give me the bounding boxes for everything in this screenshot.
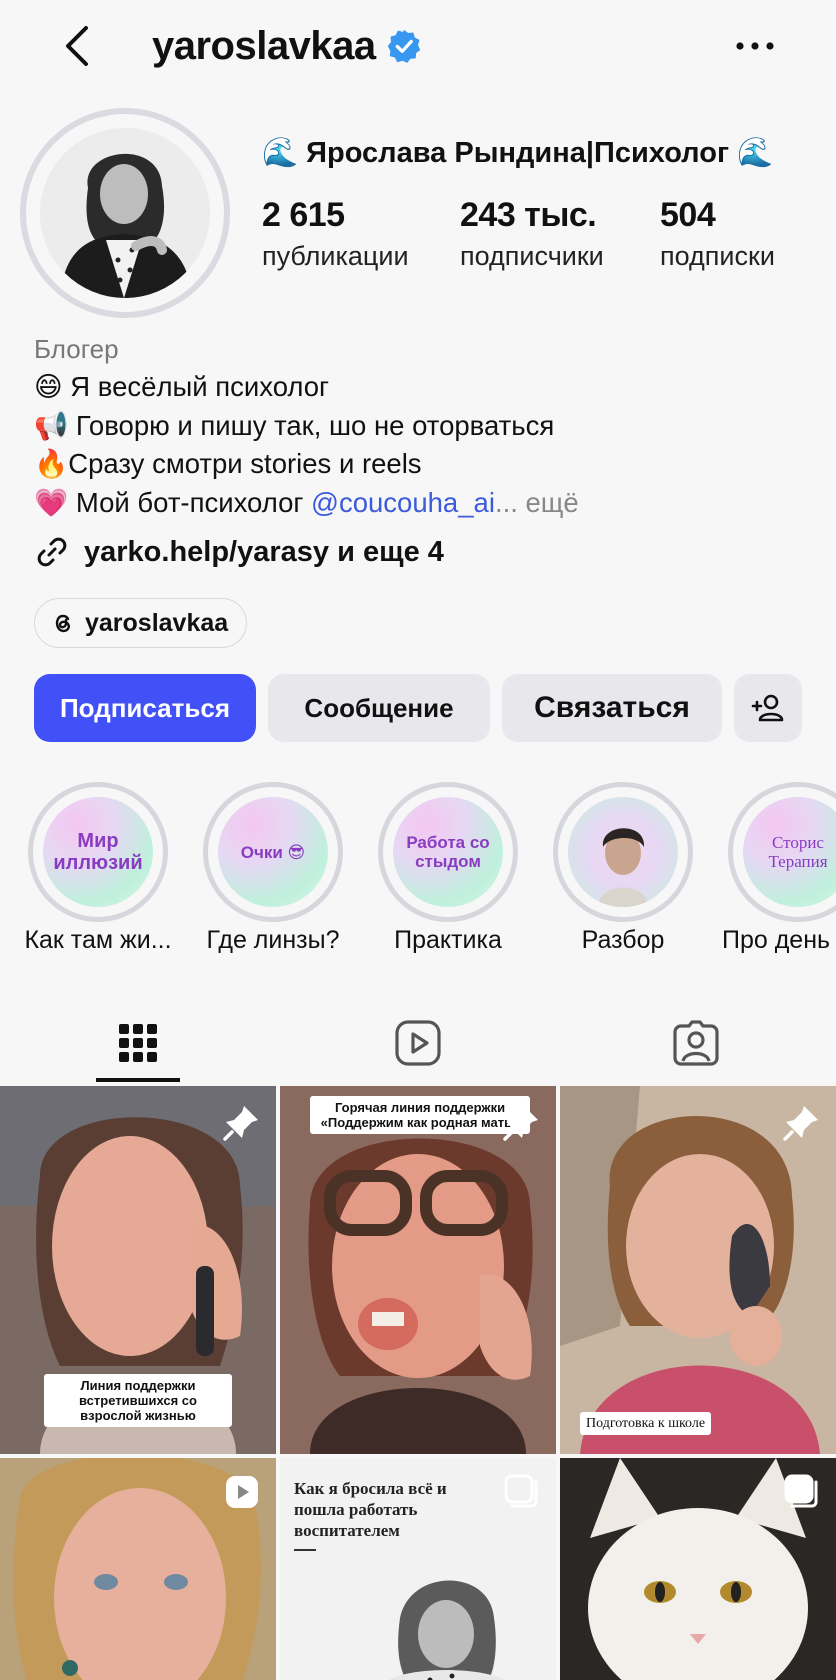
posts-count: 2 615 — [262, 196, 345, 234]
following-count: 504 — [660, 196, 716, 234]
post-caption: Линия поддержки встретившихся со взросло… — [44, 1374, 232, 1427]
bio-line: 🔥Сразу смотри stories и reels — [34, 448, 422, 479]
stat-following[interactable]: 504 подписки — [660, 196, 775, 272]
followers-label: подписчики — [460, 241, 604, 271]
tagged-icon — [673, 1020, 719, 1066]
reels-icon — [395, 1020, 441, 1066]
bio-more-button[interactable]: ... ещё — [495, 487, 579, 518]
posts-label: публикации — [262, 241, 409, 271]
profile-full-name: 🌊 Ярослава Рындина|Психолог 🌊 — [262, 137, 774, 169]
link-icon — [37, 537, 67, 567]
highlight-cover: Сторис Терапия — [743, 797, 836, 907]
post-tile[interactable] — [560, 1458, 836, 1680]
highlight-cover-text: Работа со стыдом — [406, 833, 490, 871]
post-caption: Горячая линия поддержки «Поддержим как р… — [310, 1096, 530, 1134]
stat-posts[interactable]: 2 615 публикации — [262, 196, 409, 272]
bio-last-prefix: 💗 Мой бот-психолог — [34, 486, 312, 518]
verified-badge-icon — [387, 29, 420, 63]
contact-button[interactable]: Связаться — [502, 674, 722, 742]
highlight-label: Про день — [722, 926, 831, 954]
avatar-ring[interactable] — [20, 108, 230, 318]
reel-clip-icon — [226, 1476, 258, 1508]
carousel-icon — [784, 1474, 818, 1508]
profile-link[interactable]: yarko.help/yarasy и еще 4 — [34, 534, 444, 570]
username: yaroslavkaa — [152, 23, 376, 68]
highlight-ring: Мир иллюзий — [28, 782, 168, 922]
post-caption: Подготовка к школе — [580, 1412, 712, 1435]
highlight-ring: Сторис Терапия — [728, 782, 836, 922]
chevron-left-icon — [66, 26, 88, 66]
highlight-ring: Очки 😎 — [203, 782, 343, 922]
pin-icon — [223, 1106, 258, 1141]
highlight-label: Где линзы? — [206, 926, 340, 954]
highlight-photo — [598, 828, 648, 907]
followers-count: 243 тыс. — [460, 196, 597, 234]
highlight-label: Практика — [394, 926, 502, 954]
highlight-cover-text: Очки 😎 — [240, 842, 306, 862]
top-bar: yaroslavkaa — [0, 0, 836, 96]
stat-followers[interactable]: 243 тыс. подписчики — [460, 196, 604, 272]
threads-icon — [55, 614, 70, 633]
grid-icon — [119, 1024, 157, 1062]
highlight-cover: Мир иллюзий — [43, 797, 153, 907]
highlight-cover-text: Сторис Терапия — [768, 833, 828, 871]
active-tab-indicator — [96, 1078, 180, 1082]
threads-button[interactable]: yaroslavkaa — [34, 598, 248, 648]
post-tile[interactable]: Горячая линия поддержки «Поддержим как р… — [280, 1086, 556, 1454]
threads-handle: yaroslavkaa — [85, 608, 229, 637]
highlight-cover — [568, 797, 678, 907]
highlight-cover-text: Мир иллюзий — [53, 830, 143, 874]
carousel-icon — [504, 1474, 538, 1508]
ellipsis-icon — [736, 42, 774, 50]
bio-mention-link[interactable]: @coucouha_ai — [311, 487, 495, 518]
tab-tagged[interactable] — [636, 1000, 756, 1086]
following-label: подписки — [660, 241, 775, 271]
profile-tabs — [0, 1000, 836, 1086]
profile-bio: 😄 Я весёлый психолог 📢 Говорю и пишу так… — [34, 368, 579, 522]
post-tile[interactable]: Подготовка к школе — [560, 1086, 836, 1454]
tab-reels[interactable] — [358, 1000, 478, 1086]
highlight-label: Разбор — [581, 926, 665, 954]
profile-link-text: yarko.help/yarasy и еще 4 — [84, 535, 444, 568]
highlight-label: Как там жи... — [24, 926, 172, 954]
pin-icon — [503, 1106, 538, 1141]
profile-category: Блогер — [34, 334, 119, 364]
highlight-ring: Работа со стыдом — [378, 782, 518, 922]
tab-posts[interactable] — [78, 1000, 198, 1086]
back-button[interactable] — [58, 22, 98, 70]
bio-line: 📢 Говорю и пишу так, шо не оторваться — [34, 409, 555, 441]
highlight-cover: Очки 😎 — [218, 797, 328, 907]
posts-grid: Линия поддержки встретившихся со взросло… — [0, 1086, 836, 1680]
post-tile[interactable]: Линия поддержки встретившихся со взросло… — [0, 1086, 276, 1454]
add-person-icon — [751, 694, 784, 722]
bio-line-last: 💗 Мой бот-психолог @coucouha_ai... ещё — [34, 484, 579, 523]
post-tile[interactable] — [0, 1458, 276, 1680]
highlight-ring — [553, 782, 693, 922]
highlight-cover: Работа со стыдом — [393, 797, 503, 907]
follow-button[interactable]: Подписаться — [34, 674, 256, 742]
message-button[interactable]: Сообщение — [268, 674, 490, 742]
pin-icon — [783, 1106, 818, 1141]
more-options-button[interactable] — [730, 24, 780, 68]
post-tile[interactable]: Как я бросила всё и пошла работать воспи… — [280, 1458, 556, 1680]
avatar — [40, 128, 210, 298]
suggest-people-button[interactable] — [734, 674, 802, 742]
username-header: yaroslavkaa — [152, 22, 422, 70]
bio-line: 😄 Я весёлый психолог — [34, 371, 330, 402]
post-caption: Как я бросила всё и пошла работать воспи… — [294, 1479, 447, 1540]
